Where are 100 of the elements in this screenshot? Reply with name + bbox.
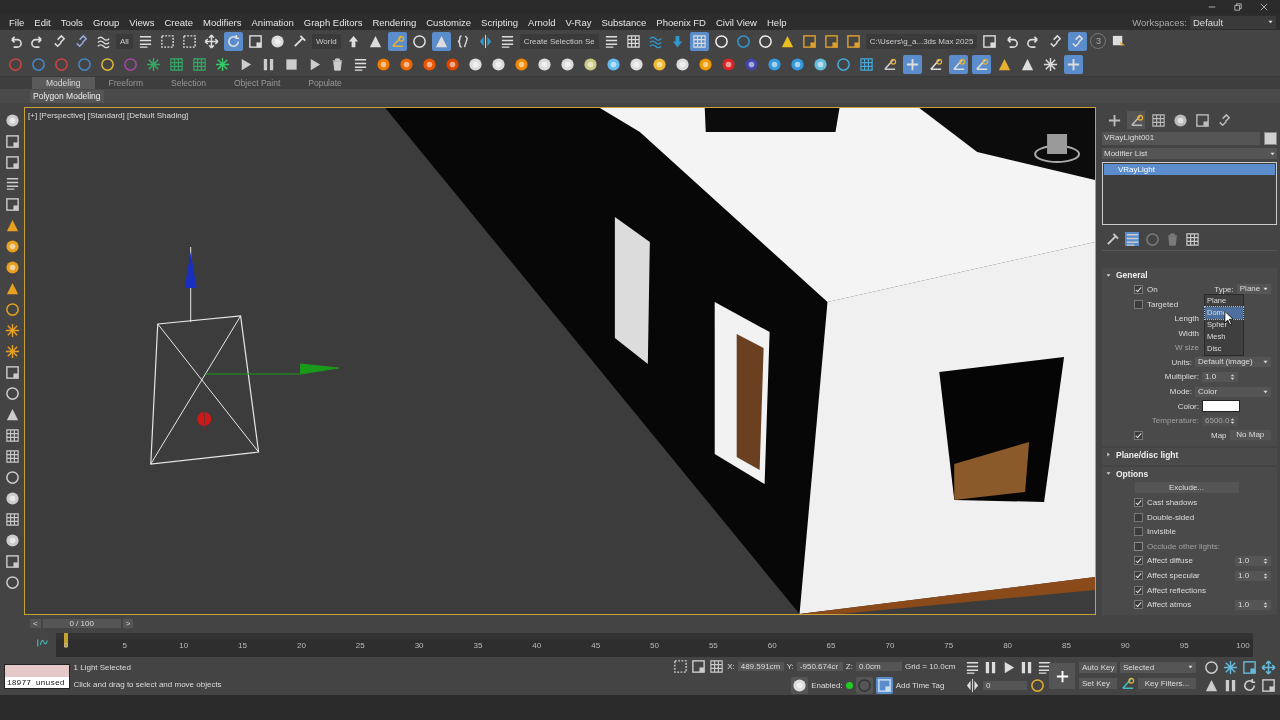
- frame-number: 70: [885, 641, 895, 650]
- menu-item[interactable]: Help: [762, 16, 792, 28]
- frame-number: 85: [1062, 641, 1071, 650]
- frame-number: 65: [826, 641, 836, 650]
- frame-number: 10: [179, 641, 189, 650]
- workspaces-dropdown[interactable]: Default: [1190, 15, 1276, 29]
- spinner-field[interactable]: 1.0: [1202, 372, 1238, 382]
- map-button[interactable]: No Map: [1229, 430, 1271, 441]
- frame-number: 60: [767, 641, 777, 650]
- checkbox-label: Affect specular: [1147, 571, 1200, 580]
- frame-number: 100: [1236, 641, 1250, 650]
- exclude-button[interactable]: Exclude...: [1134, 482, 1239, 494]
- ribbon-tab[interactable]: Object Paint: [219, 77, 295, 89]
- frame-number: 30: [414, 641, 424, 650]
- checkbox-label: Invisible: [1147, 527, 1176, 537]
- toolbar-dropdown[interactable]: World: [311, 33, 341, 49]
- axis-label: Z:: [845, 661, 853, 671]
- checkbox-label: Double-sided: [1147, 512, 1195, 522]
- frame-number: 50: [650, 641, 659, 650]
- ribbon-tab[interactable]: Populate: [294, 77, 356, 89]
- enabled-label: Enabled:: [811, 680, 843, 690]
- next-frame-button[interactable]: >: [122, 618, 134, 628]
- frame-number: 80: [1003, 641, 1013, 650]
- frame-number: 15: [238, 641, 247, 650]
- viewport-label[interactable]: [+] [Perspective] [Standard] [Default Shading]: [28, 111, 189, 120]
- dropdown[interactable]: Color: [1195, 386, 1271, 397]
- field-label: Type:: [1213, 284, 1235, 294]
- frame-number: 5: [122, 641, 128, 650]
- frame-number: 55: [708, 641, 718, 650]
- spinner-field[interactable]: 1.0: [1235, 555, 1271, 566]
- checkbox-label: Occlude other lights:: [1147, 541, 1220, 551]
- menu-item[interactable]: Group: [87, 16, 125, 28]
- menu-item[interactable]: Modifiers: [197, 16, 247, 28]
- menu-item[interactable]: File: [4, 16, 30, 28]
- frame-number: 35: [473, 641, 483, 650]
- ribbon-tab[interactable]: Freeform: [94, 77, 157, 89]
- frame-number: 90: [1120, 641, 1130, 650]
- axis-label: X:: [727, 661, 735, 671]
- menu-item[interactable]: Civil View: [710, 16, 762, 28]
- axis-label: Y:: [786, 661, 794, 671]
- checkbox-label: Affect atmos: [1147, 600, 1192, 610]
- toolbar-dropdown[interactable]: Create Selection Se: [519, 33, 599, 49]
- menu-item[interactable]: Edit: [29, 16, 56, 28]
- type-dropdown[interactable]: Plane: [1236, 284, 1271, 295]
- menu-item[interactable]: Scripting: [476, 16, 524, 28]
- object-name-field[interactable]: VRayLight001: [1102, 132, 1260, 145]
- frame-number: 20: [296, 641, 306, 650]
- menu-item[interactable]: Create: [159, 16, 198, 28]
- menu-item[interactable]: Phoenix FD: [651, 16, 711, 28]
- menu-item[interactable]: Rendering: [367, 16, 422, 28]
- menu-item[interactable]: Substance: [596, 16, 652, 28]
- frame-number: 25: [355, 641, 365, 650]
- frame-number: 0: [63, 641, 69, 650]
- checkbox-label: On: [1147, 284, 1158, 294]
- menu-item[interactable]: V-Ray: [560, 16, 597, 28]
- frame-field[interactable]: 0: [983, 680, 1027, 690]
- frame-number: 40: [532, 641, 542, 650]
- menu-item[interactable]: Arnold: [523, 16, 561, 28]
- ribbon-panel-tab[interactable]: Polygon Modeling: [30, 89, 104, 103]
- frame-ruler[interactable]: 0 5 10 15 20 25 30 35 40 45 50 55 60 65 70 75 80 85 90 95 100: [56, 633, 1253, 657]
- frame-number: 75: [944, 641, 954, 650]
- coordinate-field[interactable]: 489.591cm: [737, 661, 784, 671]
- grid-size: Grid = 10.0cm: [904, 661, 956, 671]
- coordinate-field[interactable]: -950.674cr: [796, 661, 843, 671]
- checkbox-label: Targeted: [1147, 299, 1179, 309]
- field-label: Mode:: [1169, 387, 1193, 397]
- menu-item[interactable]: Graph Editors: [298, 16, 368, 28]
- selection-status: 1 Light Selected: [73, 663, 132, 672]
- modifier-list-dropdown[interactable]: Modifier List: [1102, 148, 1277, 159]
- workspaces-label: Workspaces:: [1132, 16, 1187, 28]
- menu-item[interactable]: Animation: [246, 16, 299, 28]
- rollout-header[interactable]: Options: [1102, 466, 1277, 481]
- toolbar-dropdown[interactable]: C:\Users\g_a...3ds Max 2025: [865, 33, 978, 49]
- checkbox-label: Affect diffuse: [1147, 556, 1193, 566]
- spinner-field[interactable]: 1.0: [1235, 570, 1271, 581]
- field-label: Units:: [1171, 357, 1193, 367]
- field-label: Multiplier:: [1163, 372, 1200, 382]
- dropdown[interactable]: Default (image): [1195, 357, 1271, 368]
- toolbar-dropdown[interactable]: All: [116, 33, 133, 49]
- ribbon-tab[interactable]: Modeling: [32, 77, 95, 89]
- menu-item[interactable]: Tools: [55, 16, 88, 28]
- menu-item[interactable]: Customize: [421, 16, 477, 28]
- add-time-tag-label[interactable]: Add Time Tag: [895, 680, 945, 690]
- frame-number: 95: [1179, 641, 1189, 650]
- field-label: Length: [1173, 314, 1200, 324]
- key-filters-button[interactable]: Key Filters...: [1138, 677, 1196, 689]
- ribbon-tab[interactable]: Selection: [157, 77, 220, 89]
- coordinate-field[interactable]: 0.0cm: [855, 661, 902, 671]
- field-label: W size: [1174, 343, 1200, 353]
- key-mode-dropdown[interactable]: Selected: [1120, 661, 1196, 673]
- set-key-button[interactable]: Set Key: [1079, 677, 1117, 689]
- menu-item[interactable]: Views: [124, 16, 160, 28]
- auto-key-button[interactable]: Auto Key: [1079, 661, 1117, 673]
- previous-frame-button[interactable]: <: [30, 618, 41, 628]
- checkbox-label: Cast shadows: [1147, 498, 1198, 508]
- frame-number: 45: [591, 641, 601, 650]
- maxscript-output: 18977 unused: [5, 676, 69, 688]
- prompt-text: Click and drag to select and move objects: [73, 680, 223, 689]
- rollout-header[interactable]: General: [1102, 268, 1277, 283]
- spinner-field[interactable]: 1.0: [1235, 599, 1271, 610]
